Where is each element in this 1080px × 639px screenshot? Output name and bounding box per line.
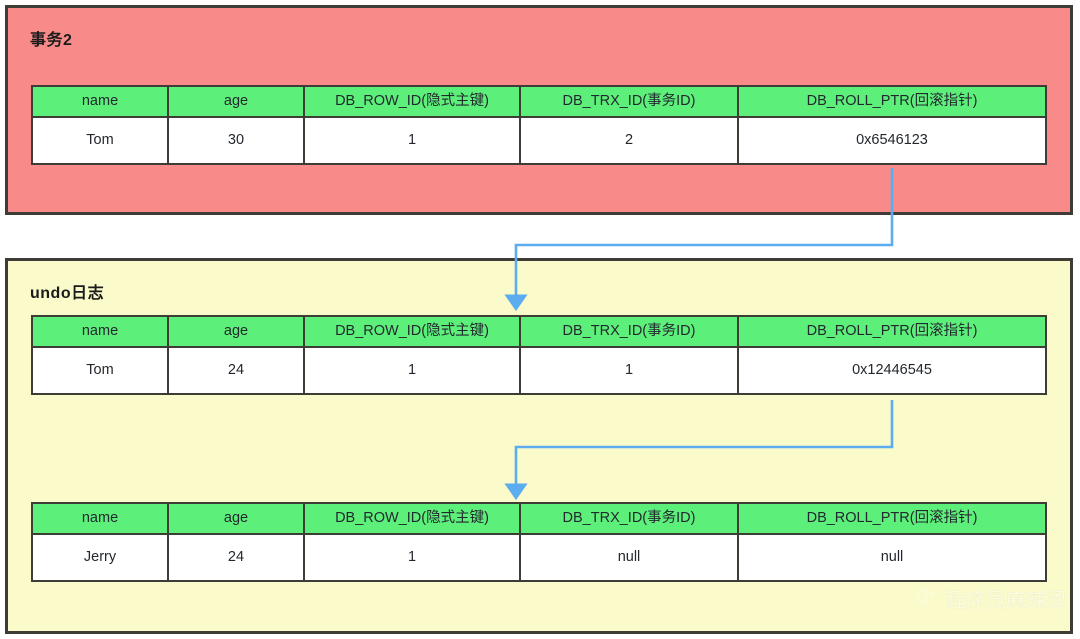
column-header-db-row-id: DB_ROW_ID(隐式主键): [303, 85, 521, 118]
cell-age: 24: [167, 346, 305, 395]
column-header-db-roll-ptr: DB_ROLL_PTR(回滚指针): [737, 85, 1047, 118]
column-header-age: age: [167, 502, 305, 535]
table-header-row: name age DB_ROW_ID(隐式主键) DB_TRX_ID(事务ID)…: [31, 502, 1047, 535]
column-header-age: age: [167, 315, 305, 348]
watermark: 程序员麻辣烫: [916, 584, 1066, 613]
undo-version-2-table: name age DB_ROW_ID(隐式主键) DB_TRX_ID(事务ID)…: [31, 502, 1047, 582]
cell-age: 30: [167, 116, 305, 165]
watermark-text: 程序员麻辣烫: [946, 588, 1066, 612]
cell-age: 24: [167, 533, 305, 582]
column-header-db-trx-id: DB_TRX_ID(事务ID): [519, 502, 739, 535]
cell-db-trx-id: 2: [519, 116, 739, 165]
column-header-name: name: [31, 502, 169, 535]
table-row: Jerry 24 1 null null: [31, 533, 1047, 582]
cell-db-trx-id: 1: [519, 346, 739, 395]
column-header-name: name: [31, 85, 169, 118]
cell-db-row-id: 1: [303, 346, 521, 395]
column-header-db-row-id: DB_ROW_ID(隐式主键): [303, 315, 521, 348]
current-record-table: name age DB_ROW_ID(隐式主键) DB_TRX_ID(事务ID)…: [31, 85, 1047, 165]
cell-db-row-id: 1: [303, 116, 521, 165]
column-header-db-row-id: DB_ROW_ID(隐式主键): [303, 502, 521, 535]
cell-name: Tom: [31, 116, 169, 165]
table-row: Tom 24 1 1 0x12446545: [31, 346, 1047, 395]
undo-log-panel-title: undo日志: [30, 285, 105, 302]
column-header-db-trx-id: DB_TRX_ID(事务ID): [519, 315, 739, 348]
table-row: Tom 30 1 2 0x6546123: [31, 116, 1047, 165]
column-header-db-roll-ptr: DB_ROLL_PTR(回滚指针): [737, 315, 1047, 348]
cell-name: Jerry: [31, 533, 169, 582]
table-header-row: name age DB_ROW_ID(隐式主键) DB_TRX_ID(事务ID)…: [31, 85, 1047, 118]
cell-db-trx-id: null: [519, 533, 739, 582]
cell-db-roll-ptr: null: [737, 533, 1047, 582]
column-header-age: age: [167, 85, 305, 118]
cell-name: Tom: [31, 346, 169, 395]
cell-db-row-id: 1: [303, 533, 521, 582]
cell-db-roll-ptr: 0x12446545: [737, 346, 1047, 395]
cell-db-roll-ptr: 0x6546123: [737, 116, 1047, 165]
column-header-db-roll-ptr: DB_ROLL_PTR(回滚指针): [737, 502, 1047, 535]
undo-version-1-table: name age DB_ROW_ID(隐式主键) DB_TRX_ID(事务ID)…: [31, 315, 1047, 395]
wechat-icon: [917, 588, 934, 604]
table-header-row: name age DB_ROW_ID(隐式主键) DB_TRX_ID(事务ID)…: [31, 315, 1047, 348]
column-header-db-trx-id: DB_TRX_ID(事务ID): [519, 85, 739, 118]
column-header-name: name: [31, 315, 169, 348]
transaction-panel-title: 事务2: [30, 32, 73, 49]
